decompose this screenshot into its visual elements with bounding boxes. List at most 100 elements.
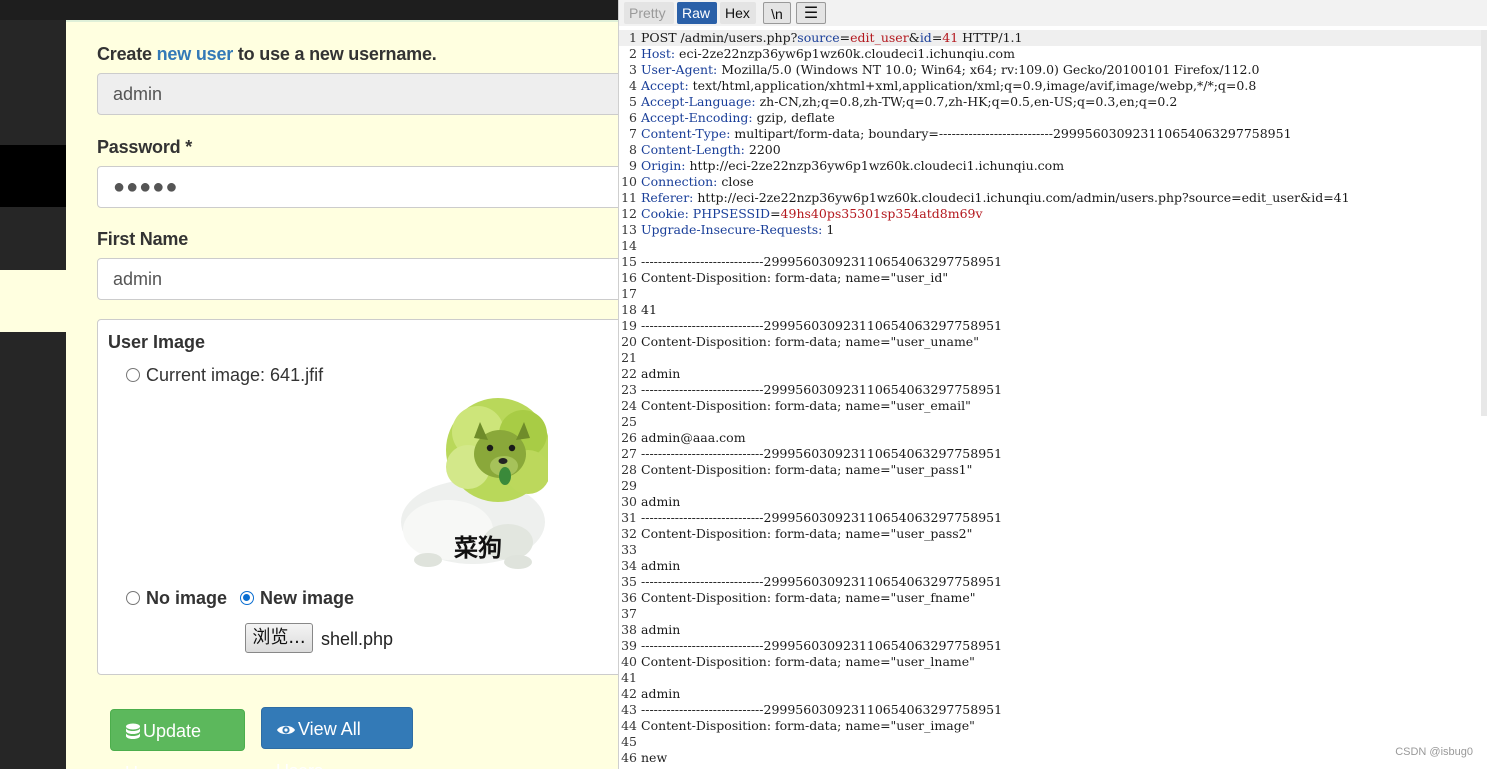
line-text: Content-Length: 2200 bbox=[641, 142, 781, 158]
line-token: Accept-Encoding: bbox=[641, 110, 753, 125]
first-name-label: First Name bbox=[97, 229, 189, 249]
selected-file-name: shell.php bbox=[321, 629, 394, 649]
line-number: 15 bbox=[621, 254, 637, 269]
first-name-field[interactable]: admin bbox=[97, 258, 618, 300]
line-token: = bbox=[770, 206, 781, 221]
line-token: Content-Disposition: form-data; name="us… bbox=[641, 654, 975, 669]
request-line: 40 Content-Disposition: form-data; name="… bbox=[619, 654, 1487, 670]
request-line: 14 bbox=[619, 238, 1487, 254]
line-token: Accept-Language: bbox=[641, 94, 756, 109]
username-field[interactable]: admin bbox=[97, 73, 618, 115]
line-token: http://eci-2ze22nzp36yw6p1wz60k.cloudeci… bbox=[685, 158, 1065, 173]
line-token: Content-Disposition: form-data; name="us… bbox=[641, 718, 975, 733]
line-text: POST /admin/users.php?source=edit_user&i… bbox=[641, 30, 1023, 46]
line-token: Content-Length: bbox=[641, 142, 745, 157]
eye-icon bbox=[277, 726, 295, 735]
password-label: Password * bbox=[97, 137, 193, 157]
view-all-users-button[interactable]: View All Users bbox=[261, 707, 413, 769]
line-number: 38 bbox=[621, 622, 637, 637]
browser-top-edge bbox=[0, 0, 618, 20]
line-token: edit_user bbox=[850, 30, 909, 45]
raw-tab[interactable]: Raw bbox=[677, 2, 717, 24]
line-number: 1 bbox=[629, 30, 637, 45]
line-token: id bbox=[919, 30, 932, 45]
request-line: 42 admin bbox=[619, 686, 1487, 702]
editor-toolbar: Pretty Raw Hex \n ☰ bbox=[619, 0, 1487, 26]
line-text: -----------------------------29995603092… bbox=[641, 254, 1002, 270]
request-line: 34 admin bbox=[619, 558, 1487, 574]
raw-request-text[interactable]: 1 POST /admin/users.php?source=edit_user&… bbox=[619, 30, 1487, 769]
new-user-link[interactable]: new user bbox=[157, 44, 234, 64]
line-token: close bbox=[717, 174, 754, 189]
line-text: Accept-Language: zh-CN,zh;q=0.8,zh-TW;q=… bbox=[641, 94, 1177, 110]
request-line: 23 -----------------------------299956030… bbox=[619, 382, 1487, 398]
line-token: Origin: bbox=[641, 158, 686, 173]
line-number: 12 bbox=[621, 206, 637, 221]
line-token: Upgrade-Insecure-Requests: bbox=[641, 222, 823, 237]
edit-user-form: Create new user to use a new username. a… bbox=[66, 20, 618, 769]
browse-file-button[interactable]: 浏览... bbox=[245, 623, 313, 653]
line-number: 25 bbox=[621, 414, 637, 429]
hex-tab[interactable]: Hex bbox=[720, 2, 756, 24]
request-line: 22 admin bbox=[619, 366, 1487, 382]
line-text: Referer: http://eci-2ze22nzp36yw6p1wz60k… bbox=[641, 190, 1350, 206]
current-image-radio[interactable] bbox=[126, 368, 140, 382]
line-number: 29 bbox=[621, 478, 637, 493]
line-text: Connection: close bbox=[641, 174, 754, 190]
line-text: Content-Disposition: form-data; name="us… bbox=[641, 718, 975, 734]
line-token: Content-Disposition: form-data; name="us… bbox=[641, 462, 973, 477]
line-token: admin bbox=[641, 622, 681, 637]
update-user-button[interactable]: Update User bbox=[110, 709, 245, 769]
line-number: 33 bbox=[621, 542, 637, 557]
sidebar-dark-block bbox=[0, 145, 66, 207]
new-image-radio[interactable] bbox=[240, 591, 254, 605]
line-token: Content-Disposition: form-data; name="us… bbox=[641, 590, 976, 605]
newline-toggle-button[interactable]: \n bbox=[763, 2, 791, 24]
line-number: 22 bbox=[621, 366, 637, 381]
password-field[interactable]: ●●●●● bbox=[97, 166, 618, 208]
request-line: 41 bbox=[619, 670, 1487, 686]
request-line: 36 Content-Disposition: form-data; name="… bbox=[619, 590, 1487, 606]
line-text: admin bbox=[641, 558, 680, 574]
request-line: 20 Content-Disposition: form-data; name="… bbox=[619, 334, 1487, 350]
line-text: Content-Type: multipart/form-data; bound… bbox=[641, 126, 1292, 142]
line-token: -----------------------------29995603092… bbox=[641, 574, 1003, 589]
line-token: -----------------------------29995603092… bbox=[641, 446, 1003, 461]
line-token: new bbox=[641, 750, 668, 765]
request-line: 4 Accept: text/html,application/xhtml+xml… bbox=[619, 78, 1487, 94]
line-token: Content-Disposition: form-data; name="us… bbox=[641, 270, 949, 285]
line-token: 1 bbox=[822, 222, 835, 237]
line-number: 3 bbox=[629, 62, 637, 77]
username-value: admin bbox=[113, 84, 163, 104]
line-number: 11 bbox=[621, 190, 637, 205]
line-number: 43 bbox=[621, 702, 637, 717]
line-token: text/html,application/xhtml+xml,applicat… bbox=[688, 78, 1257, 93]
line-token: admin bbox=[641, 558, 681, 573]
line-token: -----------------------------29995603092… bbox=[641, 702, 1003, 717]
line-token: 41 bbox=[942, 30, 959, 45]
line-text: Accept: text/html,application/xhtml+xml,… bbox=[641, 78, 1256, 94]
request-line: 37 bbox=[619, 606, 1487, 622]
line-token: Content-Disposition: form-data; name="us… bbox=[641, 526, 973, 541]
line-token: admin bbox=[641, 686, 681, 701]
line-text: -----------------------------29995603092… bbox=[641, 510, 1002, 526]
line-text: Host: eci-2ze22nzp36yw6p1wz60k.cloudeci1… bbox=[641, 46, 1015, 62]
line-number: 26 bbox=[621, 430, 637, 445]
line-token: Content-Disposition: form-data; name="us… bbox=[641, 398, 971, 413]
hint-prefix: Create bbox=[97, 44, 157, 64]
line-number: 41 bbox=[621, 670, 637, 685]
pretty-tab[interactable]: Pretty bbox=[624, 2, 674, 24]
no-image-radio[interactable] bbox=[126, 591, 140, 605]
line-number: 28 bbox=[621, 462, 637, 477]
alert-bar-edge bbox=[66, 20, 618, 22]
request-line: 19 -----------------------------299956030… bbox=[619, 318, 1487, 334]
line-token: Content-Disposition: form-data; name="us… bbox=[641, 334, 979, 349]
request-editor-panel: Pretty Raw Hex \n ☰ 1 POST /admin/users.p… bbox=[618, 0, 1487, 769]
line-number: 34 bbox=[621, 558, 637, 573]
vertical-scrollbar[interactable] bbox=[1481, 30, 1487, 416]
request-line: 2 Host: eci-2ze22nzp36yw6p1wz60k.cloudeci… bbox=[619, 46, 1487, 62]
image-caption: 菜狗 bbox=[454, 534, 502, 562]
line-text: -----------------------------29995603092… bbox=[641, 638, 1002, 654]
create-user-hint: Create new user to use a new username. bbox=[97, 44, 437, 65]
hamburger-menu-icon[interactable]: ☰ bbox=[796, 2, 826, 24]
